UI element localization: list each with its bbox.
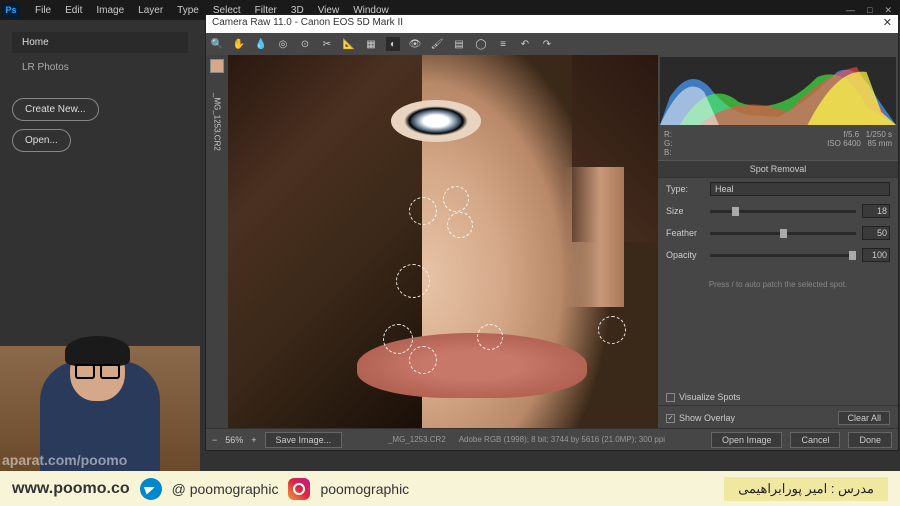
visualize-spots-checkbox[interactable] [666, 393, 675, 402]
photo-preview [228, 55, 658, 428]
size-slider[interactable] [710, 210, 856, 213]
crop-tool-icon[interactable]: ✂ [320, 37, 334, 51]
save-image-button[interactable]: Save Image... [265, 432, 343, 448]
opacity-label: Opacity [666, 250, 704, 260]
dialog-title: Camera Raw 11.0 - Canon EOS 5D Mark II [212, 17, 403, 28]
thumbnail[interactable] [210, 59, 224, 73]
feather-label: Feather [666, 228, 704, 238]
meta-b: B: [664, 148, 672, 157]
spot-marker[interactable] [598, 316, 626, 344]
hand-tool-icon[interactable]: ✋ [232, 37, 246, 51]
menu-layer[interactable]: Layer [131, 5, 170, 16]
type-label: Type: [666, 184, 704, 194]
website-url: www.poomo.co [12, 480, 130, 498]
meta-aperture: f/5.6 [844, 130, 860, 139]
show-overlay-label: Show Overlay [679, 413, 735, 423]
dialog-footer: − 56% + Save Image... _MG_1253.CR2 Adobe… [206, 428, 898, 450]
spot-removal-tool-icon[interactable]: ◐ [386, 37, 400, 51]
histogram[interactable] [660, 57, 896, 125]
meta-shutter: 1/250 s [866, 130, 892, 139]
rotate-right-icon[interactable]: ↷ [540, 37, 554, 51]
zoom-tool-icon[interactable]: 🔍 [210, 37, 224, 51]
zoom-level[interactable]: 56% [225, 435, 243, 445]
meta-iso: ISO 6400 [827, 139, 861, 148]
open-image-button[interactable]: Open Image [711, 432, 783, 448]
spot-marker[interactable] [443, 186, 469, 212]
opacity-value[interactable]: 100 [862, 248, 890, 262]
dialog-titlebar: Camera Raw 11.0 - Canon EOS 5D Mark II ✕ [206, 15, 898, 33]
create-new-button[interactable]: Create New... [12, 98, 99, 121]
filename-label: _MG_1253.CR2 [213, 93, 222, 151]
transform-tool-icon[interactable]: ▦ [364, 37, 378, 51]
feather-value[interactable]: 50 [862, 226, 890, 240]
dialog-close-icon[interactable]: ✕ [883, 16, 892, 29]
filename-footer: _MG_1253.CR2 [388, 435, 446, 444]
meta-r: R: [664, 130, 672, 139]
video-credits-bar: www.poomo.co @ poomographic poomographic… [0, 471, 900, 506]
instructor-credit: مدرس : امیر پورابراهیمی [724, 477, 888, 501]
spot-marker[interactable] [409, 197, 437, 225]
telegram-icon [140, 478, 162, 500]
spot-marker[interactable] [447, 212, 473, 238]
done-button[interactable]: Done [848, 432, 892, 448]
video-watermark: aparat.com/poomo [2, 452, 127, 468]
straighten-tool-icon[interactable]: 📐 [342, 37, 356, 51]
zoom-out-button[interactable]: − [212, 435, 217, 445]
feather-slider[interactable] [710, 232, 856, 235]
meta-g: G: [664, 139, 672, 148]
instagram-icon [288, 478, 310, 500]
type-select[interactable]: Heal [710, 182, 890, 196]
menu-file[interactable]: File [28, 5, 58, 16]
camera-raw-dialog: Camera Raw 11.0 - Canon EOS 5D Mark II ✕… [205, 14, 899, 451]
spot-marker[interactable] [396, 264, 430, 298]
menu-image[interactable]: Image [89, 5, 131, 16]
show-overlay-checkbox[interactable]: ✓ [666, 414, 675, 423]
target-adjust-tool-icon[interactable]: ⊙ [298, 37, 312, 51]
zoom-in-button[interactable]: + [251, 435, 256, 445]
radial-filter-tool-icon[interactable]: ◯ [474, 37, 488, 51]
color-info[interactable]: Adobe RGB (1998); 8 bit; 3744 by 5616 (2… [459, 435, 665, 444]
opacity-slider[interactable] [710, 254, 856, 257]
adjustments-panel: R: G: B: f/5.6 1/250 s ISO 6400 85 mm Sp… [658, 55, 898, 428]
menu-edit[interactable]: Edit [58, 5, 89, 16]
sidebar-home[interactable]: Home [12, 32, 188, 53]
meta-focal: 85 mm [868, 139, 892, 148]
telegram-handle: @ poomographic [172, 481, 279, 497]
instagram-handle: poomographic [320, 481, 409, 497]
clear-all-button[interactable]: Clear All [838, 411, 890, 425]
rotate-left-icon[interactable]: ↶ [518, 37, 532, 51]
menu-type[interactable]: Type [170, 5, 206, 16]
preview-canvas[interactable] [228, 55, 658, 428]
hint-text: Press / to auto patch the selected spot. [658, 266, 898, 303]
photoshop-logo-icon: Ps [2, 3, 20, 17]
cancel-button[interactable]: Cancel [790, 432, 840, 448]
color-sampler-tool-icon[interactable]: ◎ [276, 37, 290, 51]
adjustment-brush-tool-icon[interactable]: 🖌 [430, 37, 444, 51]
size-label: Size [666, 206, 704, 216]
filmstrip-panel: _MG_1253.CR2 [206, 55, 228, 428]
open-button[interactable]: Open... [12, 129, 71, 152]
redeye-tool-icon[interactable]: 👁 [408, 37, 422, 51]
graduated-filter-tool-icon[interactable]: ▤ [452, 37, 466, 51]
spot-marker[interactable] [477, 324, 503, 350]
visualize-spots-label: Visualize Spots [679, 392, 740, 402]
white-balance-tool-icon[interactable]: 💧 [254, 37, 268, 51]
sidebar-lr-photos[interactable]: LR Photos [12, 57, 188, 78]
spot-marker[interactable] [383, 324, 413, 354]
camera-raw-toolbar: 🔍 ✋ 💧 ◎ ⊙ ✂ 📐 ▦ ◐ 👁 🖌 ▤ ◯ ≡ ↶ ↷ [206, 33, 898, 55]
panel-title: Spot Removal [658, 160, 898, 178]
size-value[interactable]: 18 [862, 204, 890, 218]
preferences-icon[interactable]: ≡ [496, 37, 510, 51]
spot-marker[interactable] [409, 346, 437, 374]
